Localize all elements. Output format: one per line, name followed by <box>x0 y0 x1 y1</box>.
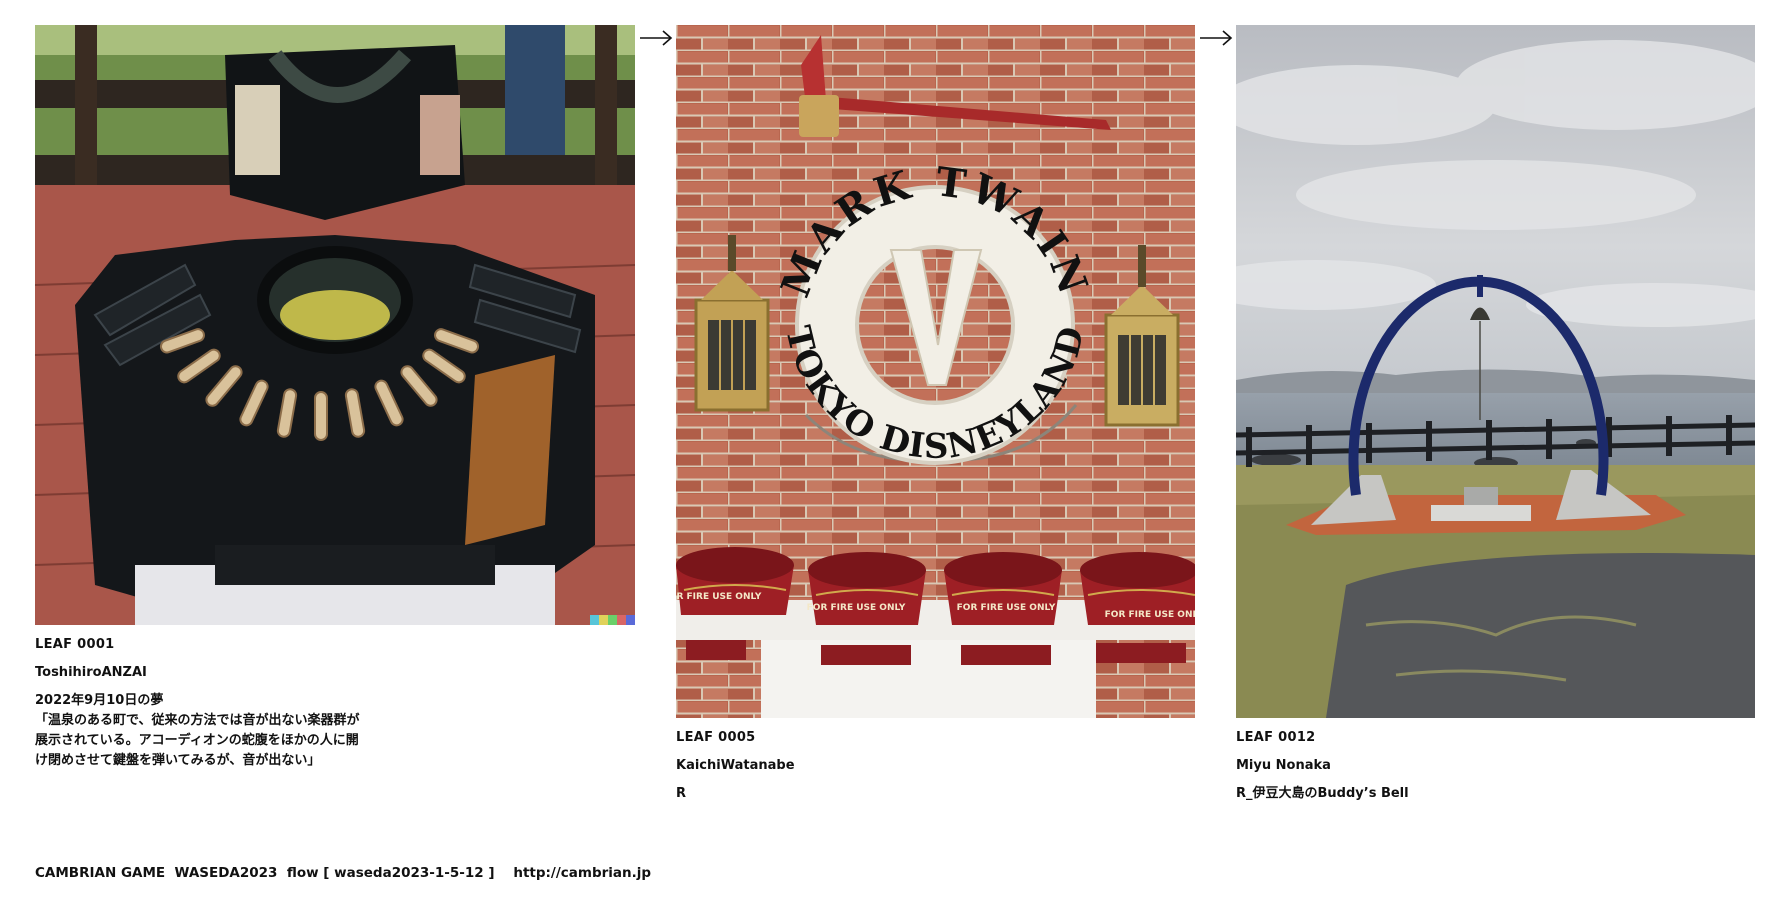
leaf-card-0012: LEAF 0012 Miyu Nonaka R_伊豆大島のBuddy’s Bel… <box>1236 25 1755 804</box>
leaf-code: LEAF 0012 <box>1236 730 1316 745</box>
buddys-bell-photo <box>1236 25 1755 718</box>
leaf-title: R_伊豆大島のBuddy’s Bell <box>1236 786 1409 801</box>
leaf-description: 「温泉のある町で、従来の方法では音が出ない楽器群が 展示されている。アコーディオ… <box>35 713 360 768</box>
leaf-card-0005: MARK TWAIN TOKYO DISNEYLAND FOR FIRE USE… <box>676 25 1195 804</box>
bucket-label: FOR FIRE USE ONLY <box>676 592 762 602</box>
leaf-caption: LEAF 0001 ToshihiroANZAI 2022年9月10日の夢 「温… <box>35 635 635 771</box>
bucket-label: FOR FIRE USE ONLY <box>957 603 1056 613</box>
leaf-caption: LEAF 0012 Miyu Nonaka R_伊豆大島のBuddy’s Bel… <box>1236 728 1755 804</box>
leaf-code: LEAF 0005 <box>676 730 756 745</box>
leaf-author: ToshihiroANZAI <box>35 665 147 680</box>
flow-arrow-icon <box>638 28 674 48</box>
leaf-title: 2022年9月10日の夢 <box>35 693 164 708</box>
bucket-label: FOR FIRE USE ONLY <box>1105 610 1195 620</box>
footer-credit: CAMBRIAN GAME WASEDA2023 flow [ waseda20… <box>35 865 652 881</box>
leaf-code: LEAF 0001 <box>35 637 115 652</box>
leaf-caption: LEAF 0005 KaichiWatanabe R <box>676 728 1195 804</box>
accordion-instrument-photo <box>35 25 635 625</box>
leaf-author: Miyu Nonaka <box>1236 758 1331 773</box>
bucket-label: FOR FIRE USE ONLY <box>807 603 906 613</box>
leaf-title: R <box>676 786 687 801</box>
flow-arrow-icon <box>1198 28 1234 48</box>
mark-twain-lifebuoy-photo: MARK TWAIN TOKYO DISNEYLAND FOR FIRE USE… <box>676 25 1195 718</box>
leaf-author: KaichiWatanabe <box>676 758 795 773</box>
leaf-card-0001: LEAF 0001 ToshihiroANZAI 2022年9月10日の夢 「温… <box>35 25 635 771</box>
